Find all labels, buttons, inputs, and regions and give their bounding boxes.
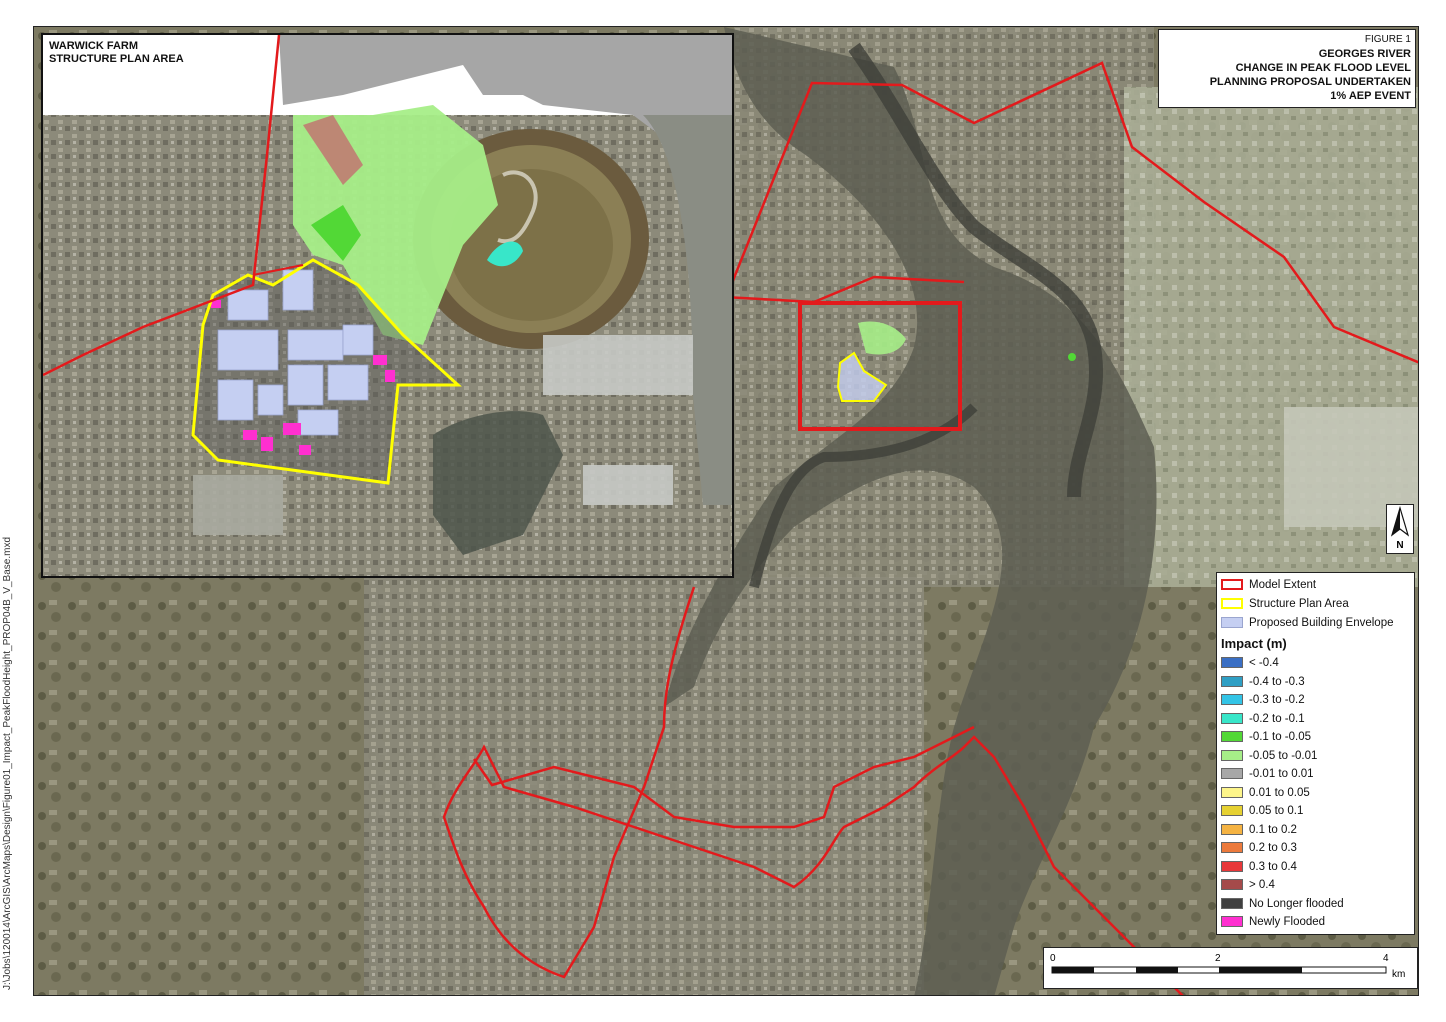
north-arrow-icon: [1390, 505, 1410, 537]
structure-plan-area-swatch: [1221, 598, 1243, 610]
impact-class-label: -0.05 to -0.01: [1249, 749, 1318, 762]
inset-title: WARWICK FARM STRUCTURE PLAN AREA: [45, 37, 190, 70]
legend-item-building-envelope: Proposed Building Envelope: [1221, 615, 1394, 631]
legend-item-impact-class: -0.3 to -0.2: [1221, 692, 1305, 708]
impact-class-label: -0.3 to -0.2: [1249, 694, 1305, 706]
legend-item-impact-class: -0.1 to -0.05: [1221, 729, 1311, 745]
scale-segment: [1219, 967, 1302, 973]
figure-title-line-2: CHANGE IN PEAK FLOOD LEVEL: [1235, 62, 1411, 74]
scale-tick-4: 4: [1383, 953, 1389, 964]
building-envelope-swatch: [1221, 617, 1243, 629]
legend-item-impact-class: -0.4 to -0.3: [1221, 674, 1305, 690]
impact-class-swatch: [1221, 916, 1243, 928]
legend-item-impact-class: No Longer flooded: [1221, 896, 1344, 912]
figure-title-line-1: GEORGES RIVER: [1318, 48, 1411, 60]
impact-class-label: -0.01 to 0.01: [1249, 768, 1314, 780]
impact-class-swatch: [1221, 712, 1243, 724]
figure-title-block: FIGURE 1 GEORGES RIVER CHANGE IN PEAK FL…: [1158, 29, 1416, 108]
legend-item-impact-class: -0.05 to -0.01: [1221, 748, 1317, 764]
impact-class-swatch: [1221, 860, 1243, 872]
scale-segment: [1052, 967, 1094, 973]
legend-item-impact-class: 0.3 to 0.4: [1221, 859, 1297, 875]
scale-tick-0: 0: [1050, 953, 1056, 964]
impact-class-swatch: [1221, 768, 1243, 780]
impact-class-swatch: [1221, 786, 1243, 798]
legend-item-structure-plan-area: Structure Plan Area: [1221, 596, 1349, 612]
legend-label: Proposed Building Envelope: [1249, 617, 1394, 629]
legend-item-impact-class: Newly Flooded: [1221, 914, 1325, 930]
legend-item-model-extent: Model Extent: [1221, 577, 1316, 593]
scale-segment: [1136, 967, 1178, 973]
legend-item-impact-class: > 0.4: [1221, 877, 1275, 893]
legend-item-impact-class: -0.01 to 0.01: [1221, 766, 1314, 782]
impact-class-swatch: [1221, 805, 1243, 817]
legend-item-impact-class: 0.1 to 0.2: [1221, 822, 1297, 838]
inset-title-line-2: STRUCTURE PLAN AREA: [49, 53, 184, 65]
inset-map-canvas[interactable]: [43, 35, 732, 576]
inset-industrial-sheds: [543, 335, 693, 395]
map-legend: Model Extent Structure Plan Area Propose…: [1216, 572, 1415, 935]
impact-class-swatch: [1221, 749, 1243, 761]
overview-impact-point: [1068, 353, 1076, 361]
inset-warehouses: [193, 475, 283, 535]
impact-class-label: 0.1 to 0.2: [1249, 823, 1297, 836]
legend-item-impact-class: < -0.4: [1221, 655, 1279, 671]
impact-class-label: 0.3 to 0.4: [1249, 860, 1297, 873]
impact-class-swatch: [1221, 675, 1243, 687]
inset-industrial-sheds-south: [583, 465, 673, 505]
scale-tick-2: 2: [1215, 953, 1221, 964]
impact-class-label: > 0.4: [1249, 879, 1275, 891]
impact-class-label: -0.4 to -0.3: [1249, 675, 1305, 688]
impact-class-swatch: [1221, 657, 1243, 669]
legend-item-impact-class: 0.2 to 0.3: [1221, 840, 1297, 856]
impact-class-swatch: [1221, 731, 1243, 743]
legend-item-impact-class: 0.01 to 0.05: [1221, 785, 1310, 801]
map-document-path: J:\Jobs\120014\ArcGIS\ArcMaps\Design\Fig…: [2, 0, 30, 1000]
impact-class-label: < -0.4: [1249, 657, 1279, 669]
scale-bar-graphic: 0 2 4 km: [1050, 953, 1405, 980]
figure-number: FIGURE 1: [1364, 34, 1411, 45]
impact-class-label: -0.2 to -0.1: [1249, 712, 1305, 725]
impact-class-label: Newly Flooded: [1249, 916, 1326, 928]
impact-class-label: 0.05 to 0.1: [1249, 805, 1304, 817]
north-label: N: [1396, 540, 1404, 551]
inset-map[interactable]: WARWICK FARM STRUCTURE PLAN AREA: [41, 33, 734, 578]
map-document-path-text: J:\Jobs\120014\ArcGIS\ArcMaps\Design\Fig…: [2, 536, 13, 990]
north-arrow: N: [1386, 504, 1414, 554]
inset-title-line-1: WARWICK FARM: [49, 40, 139, 52]
impact-class-swatch: [1221, 842, 1243, 854]
impact-class-swatch: [1221, 694, 1243, 706]
impact-class-swatch: [1221, 879, 1243, 891]
impact-class-label: -0.1 to -0.05: [1249, 731, 1312, 743]
map-frame[interactable]: WARWICK FARM STRUCTURE PLAN AREA FIGURE …: [33, 26, 1419, 996]
model-extent-swatch: [1221, 579, 1243, 591]
legend-item-impact-class: -0.2 to -0.1: [1221, 711, 1305, 727]
scale-bar: 0 2 4 km: [1043, 947, 1418, 989]
impact-class-label: 0.01 to 0.05: [1249, 786, 1310, 799]
legend-label: Structure Plan Area: [1249, 598, 1349, 610]
legend-label: Model Extent: [1249, 579, 1317, 591]
figure-title-line-3: PLANNING PROPOSAL UNDERTAKEN: [1209, 76, 1411, 88]
legend-item-impact-class: 0.05 to 0.1: [1221, 803, 1303, 819]
legend-impact-heading: Impact (m): [1221, 636, 1287, 651]
figure-title-line-4: 1% AEP EVENT: [1330, 90, 1411, 102]
impact-class-swatch: [1221, 823, 1243, 835]
impact-class-label: No Longer flooded: [1249, 897, 1344, 910]
impact-class-swatch: [1221, 897, 1243, 909]
scale-unit: km: [1392, 969, 1405, 980]
impact-class-label: 0.2 to 0.3: [1249, 842, 1297, 854]
